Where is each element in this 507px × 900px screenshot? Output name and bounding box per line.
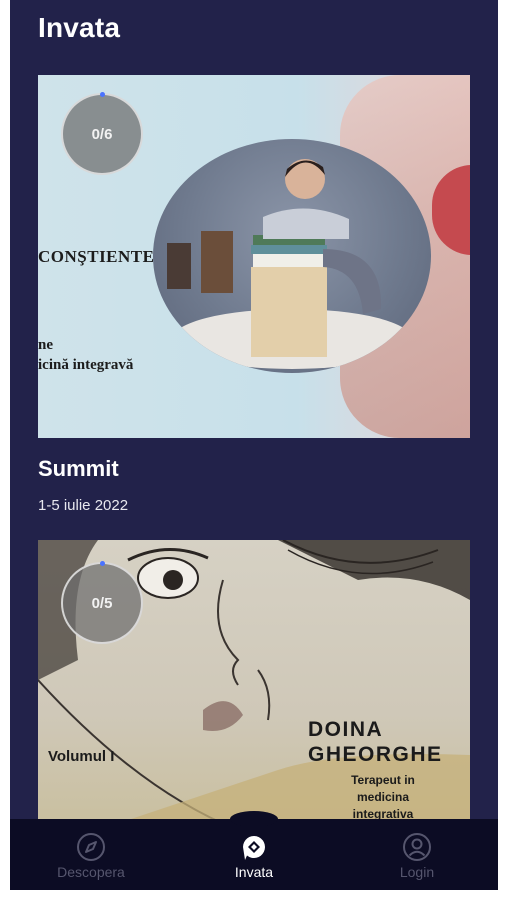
cover-portrait-image <box>153 139 431 373</box>
progress-indicator: 0/6 <box>61 92 143 175</box>
cover-volume-label: Volumul I <box>48 748 115 765</box>
app-screen: Invata CONŞTIENTE ne icină integravă 0/6… <box>10 0 498 890</box>
nav-tab-login[interactable]: Login <box>336 819 498 890</box>
nav-tab-label: Invata <box>234 864 274 880</box>
cover-subtitle-line: icină integravă <box>38 357 134 373</box>
cover-subtitle-line: ne <box>38 337 53 353</box>
section-date: 1-5 iulie 2022 <box>38 497 129 514</box>
cover-author-first-name: DOINA <box>308 718 384 741</box>
progress-dot <box>100 92 105 97</box>
progress-count: 0/6 <box>91 125 113 143</box>
progress-indicator: 0/5 <box>61 561 143 644</box>
nav-tab-descopera[interactable]: Descopera <box>10 819 172 890</box>
cover-author-role-line: Terapeut in <box>351 773 415 787</box>
cover-author-last-name: GHEORGHE <box>308 743 443 766</box>
nav-tab-label: Descopera <box>57 864 125 880</box>
section-title: Summit <box>38 456 119 481</box>
cover-author-role-line: medicina <box>356 790 410 804</box>
user-icon <box>403 833 431 861</box>
progress-dot <box>100 561 105 566</box>
portrait-illustration <box>167 159 412 369</box>
cover-title-word: CONŞTIENTE <box>38 247 155 266</box>
bottom-navigation: Descopera Invata Login <box>10 811 498 890</box>
nav-tab-label: Login <box>399 864 435 880</box>
nav-tab-invata[interactable]: Invata <box>173 819 335 890</box>
learn-icon <box>243 836 265 860</box>
page-title: Invata <box>38 12 121 43</box>
compass-icon <box>77 833 105 861</box>
course-card[interactable]: CONŞTIENTE ne icină integravă 0/6 <box>38 75 470 438</box>
progress-count: 0/5 <box>91 594 113 612</box>
cover-author-role: Terapeut in medicina integrativa <box>328 772 438 823</box>
course-card[interactable]: Volumul I DOINA GHEORGHE Terapeut in med… <box>38 540 470 830</box>
